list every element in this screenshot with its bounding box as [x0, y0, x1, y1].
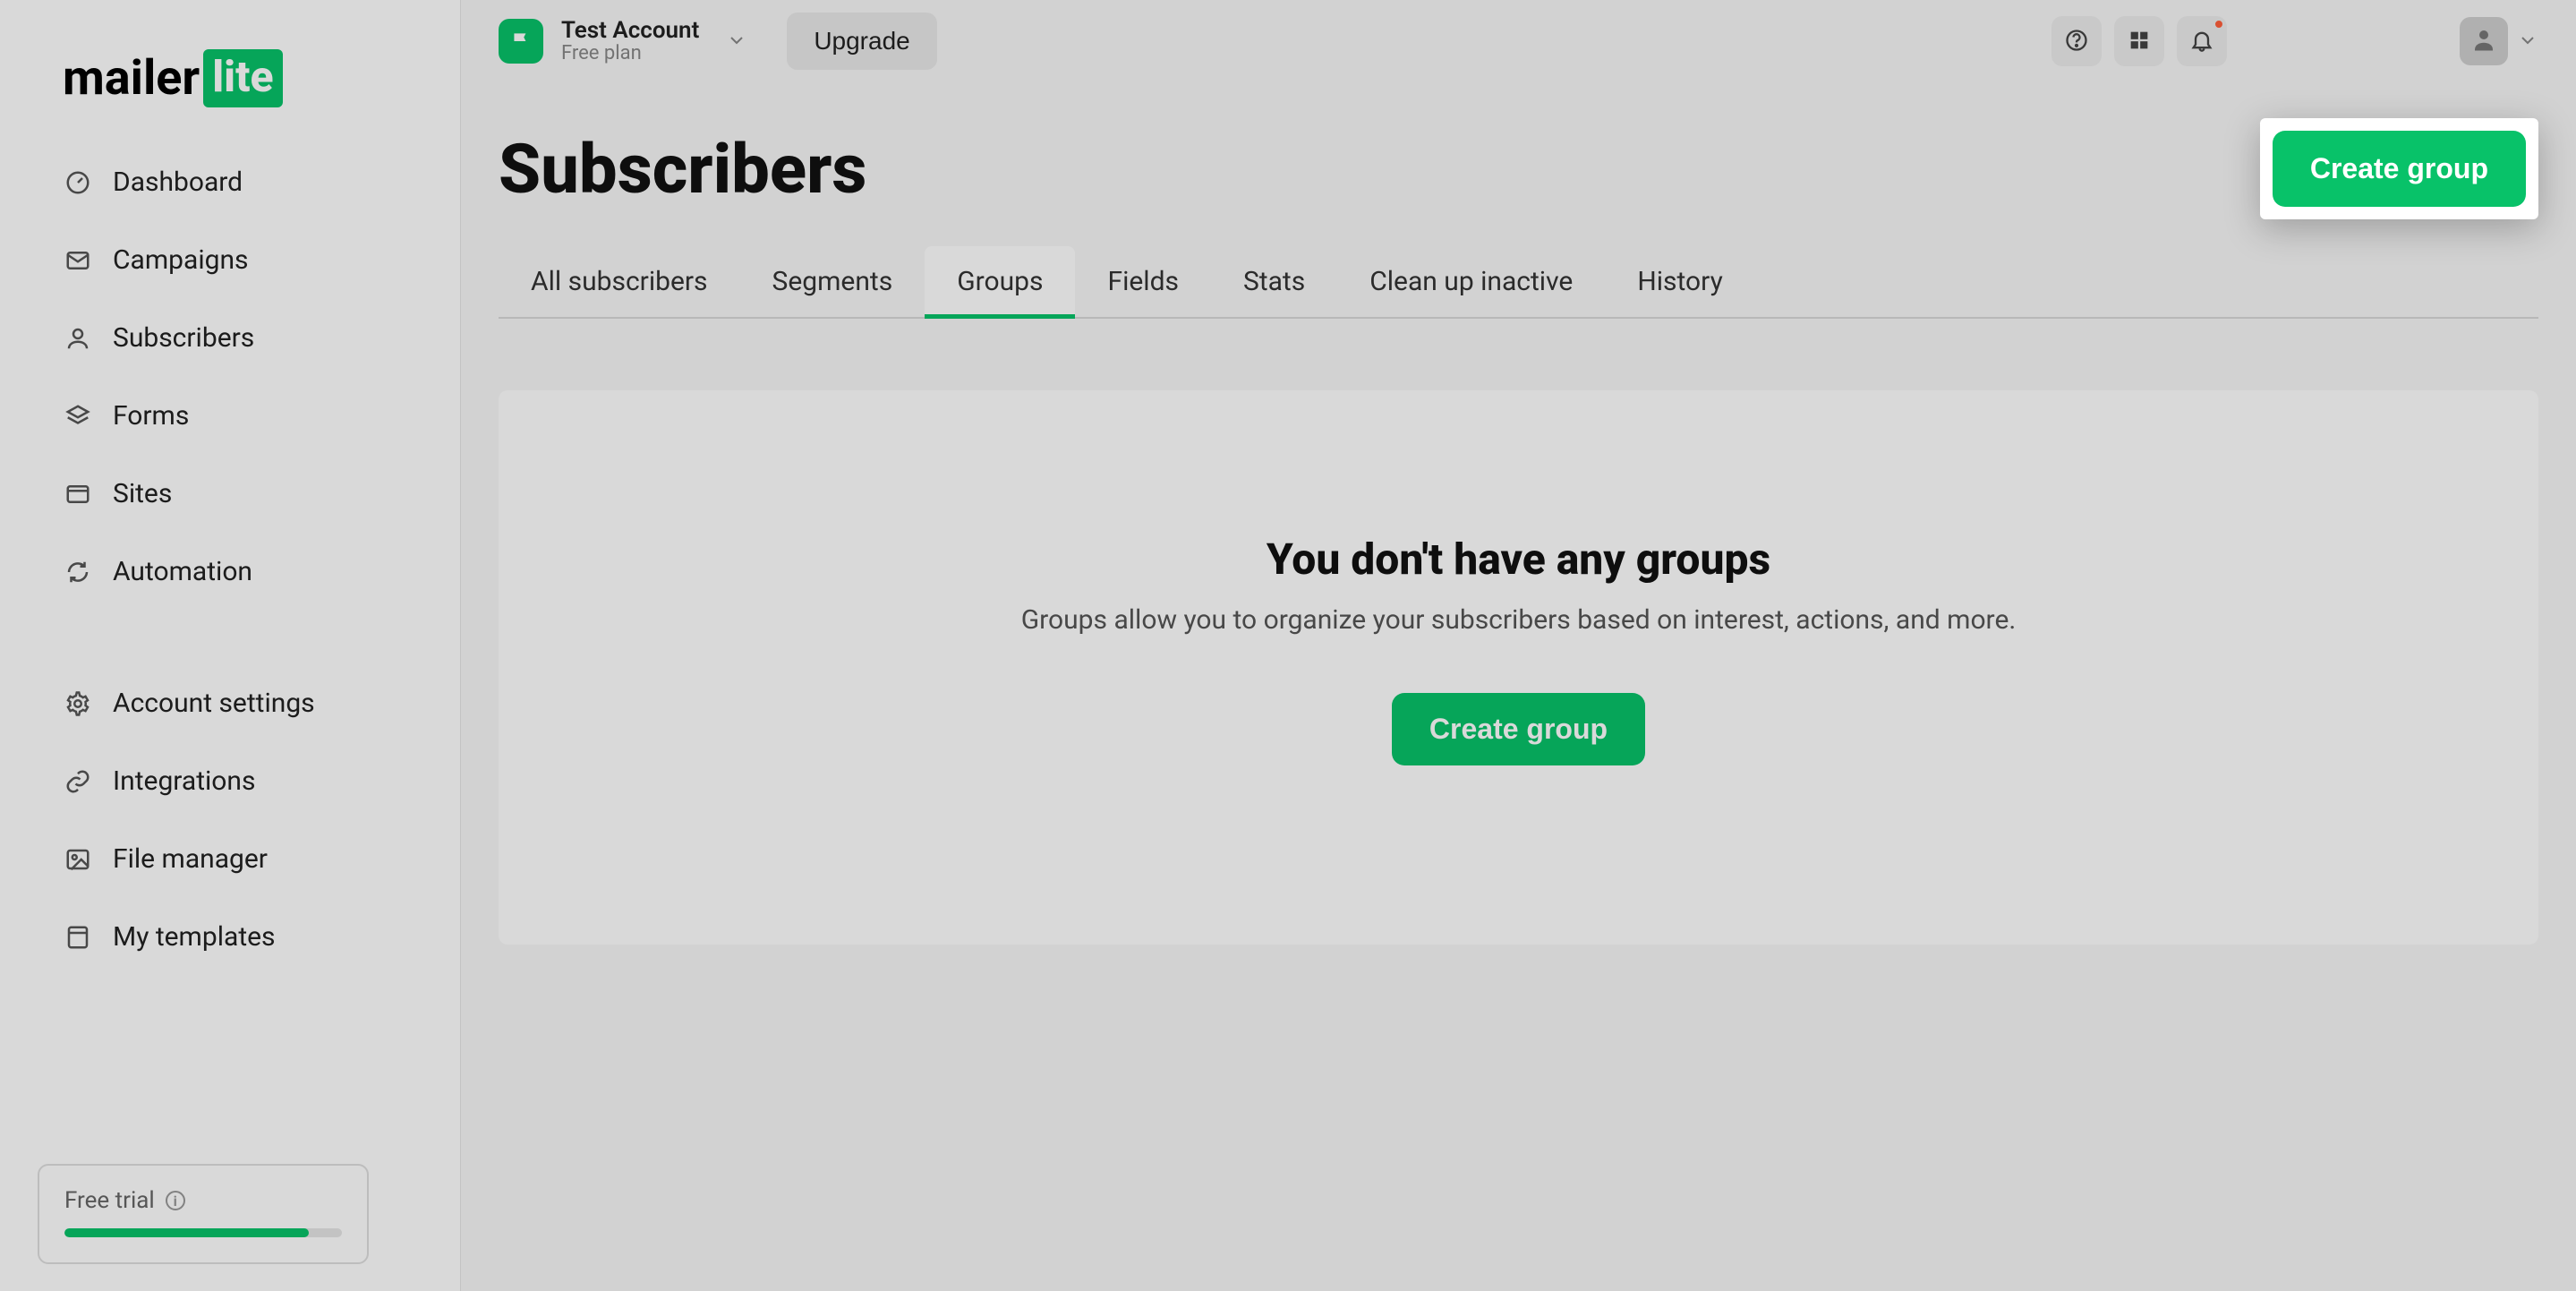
sidebar-item-forms[interactable]: Forms	[38, 377, 424, 455]
topbar: Test Account Free plan Upgrade	[461, 0, 2576, 82]
tab-history[interactable]: History	[1605, 246, 1754, 317]
help-button[interactable]	[2051, 16, 2102, 66]
chevron-down-icon[interactable]	[2517, 30, 2538, 54]
empty-state-card: You don't have any groups Groups allow y…	[499, 390, 2538, 945]
create-group-button[interactable]: Create group	[2273, 131, 2526, 207]
sidebar-item-automation[interactable]: Automation	[38, 533, 424, 611]
trial-status-box[interactable]: Free trial i	[38, 1164, 369, 1264]
info-icon: i	[166, 1191, 185, 1210]
sidebar: mailerlite Dashboard Campaigns Subscribe…	[0, 0, 461, 1291]
notifications-button[interactable]	[2177, 16, 2227, 66]
avatar	[2460, 17, 2508, 65]
subscribers-tabs: All subscribers Segments Groups Fields S…	[499, 246, 2538, 319]
page-header-row: Subscribers Create group	[499, 118, 2538, 219]
sidebar-item-account-settings[interactable]: Account settings	[38, 664, 424, 742]
trial-progress-bar	[64, 1228, 342, 1237]
sidebar-item-integrations[interactable]: Integrations	[38, 742, 424, 820]
main-content: Test Account Free plan Upgrade	[461, 0, 2576, 1291]
tab-segments[interactable]: Segments	[740, 246, 925, 317]
bell-icon	[2189, 28, 2214, 56]
link-icon	[64, 768, 91, 795]
sidebar-item-label: File manager	[113, 843, 268, 875]
create-group-highlight: Create group	[2260, 118, 2538, 219]
sidebar-item-file-manager[interactable]: File manager	[38, 820, 424, 898]
tab-all-subscribers[interactable]: All subscribers	[499, 246, 740, 317]
user-icon	[2470, 26, 2497, 56]
browser-icon	[64, 481, 91, 508]
trial-label: Free trial	[64, 1187, 155, 1214]
account-plan: Free plan	[561, 43, 699, 64]
upgrade-button[interactable]: Upgrade	[787, 13, 936, 70]
sidebar-item-label: My templates	[113, 921, 276, 953]
sidebar-item-my-templates[interactable]: My templates	[38, 898, 424, 976]
notification-dot-icon	[2213, 18, 2225, 30]
gauge-icon	[64, 169, 91, 196]
sidebar-item-label: Sites	[113, 478, 172, 509]
brand-name-part2: lite	[203, 49, 282, 107]
refresh-icon	[64, 559, 91, 586]
user-icon	[64, 325, 91, 352]
tab-fields[interactable]: Fields	[1075, 246, 1210, 317]
create-group-button-inline[interactable]: Create group	[1392, 693, 1645, 765]
page-title: Subscribers	[499, 129, 866, 209]
sidebar-item-campaigns[interactable]: Campaigns	[38, 221, 424, 299]
trial-progress-fill	[64, 1228, 309, 1237]
account-switcher[interactable]: Test Account Free plan	[499, 18, 765, 65]
sidebar-item-label: Campaigns	[113, 244, 249, 276]
empty-state-title: You don't have any groups	[1267, 534, 1770, 585]
sidebar-item-sites[interactable]: Sites	[38, 455, 424, 533]
sidebar-item-label: Dashboard	[113, 167, 243, 198]
help-icon	[2064, 28, 2089, 56]
brand-name-part1: mailer	[63, 50, 200, 107]
chevron-down-icon[interactable]	[726, 30, 747, 54]
sidebar-item-dashboard[interactable]: Dashboard	[38, 143, 424, 221]
layers-icon	[64, 403, 91, 430]
grid-icon	[2127, 28, 2152, 56]
sidebar-item-label: Forms	[113, 400, 189, 432]
account-name: Test Account	[561, 18, 699, 44]
flag-icon	[499, 19, 543, 64]
tab-groups[interactable]: Groups	[925, 246, 1075, 317]
envelope-icon	[64, 247, 91, 274]
sidebar-item-label: Automation	[113, 556, 252, 587]
brand-logo[interactable]: mailerlite	[0, 0, 460, 143]
template-icon	[64, 924, 91, 951]
image-icon	[64, 846, 91, 873]
tab-clean-up-inactive[interactable]: Clean up inactive	[1337, 246, 1605, 317]
sidebar-item-label: Account settings	[113, 688, 315, 719]
tab-stats[interactable]: Stats	[1211, 246, 1337, 317]
gear-icon	[64, 690, 91, 717]
sidebar-item-label: Subscribers	[113, 322, 254, 354]
user-menu[interactable]	[2460, 17, 2538, 65]
sidebar-nav: Dashboard Campaigns Subscribers Forms Si…	[0, 143, 460, 976]
apps-button[interactable]	[2114, 16, 2164, 66]
sidebar-item-label: Integrations	[113, 765, 255, 797]
empty-state-subtitle: Groups allow you to organize your subscr…	[1021, 604, 2017, 636]
sidebar-item-subscribers[interactable]: Subscribers	[38, 299, 424, 377]
